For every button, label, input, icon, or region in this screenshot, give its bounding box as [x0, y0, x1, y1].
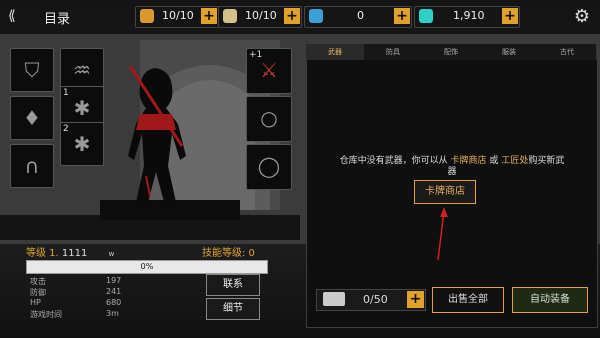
legs-armor-icon: ∩	[24, 154, 40, 178]
expand-bag-button[interactable]: +	[407, 291, 424, 308]
dreamcatcher-icon: ✱	[73, 132, 91, 156]
resource-potion: 10/10 +	[135, 6, 219, 28]
slot-badge: 2	[63, 124, 69, 134]
message-text: 器	[447, 167, 457, 177]
resource-crystal: 1,910 +	[414, 6, 520, 28]
bag-capacity: 0/50 +	[316, 289, 426, 311]
message-text: 或	[489, 156, 499, 166]
rune-slot-2[interactable]: 2 ✱	[60, 122, 104, 166]
stat-label: 防御	[30, 288, 46, 297]
gear-icon: ⚙	[573, 6, 591, 27]
tab-weapons[interactable]: 武器	[306, 44, 365, 60]
dreamcatcher-icon: ✱	[73, 96, 91, 120]
settings-button[interactable]: ⚙	[572, 7, 592, 27]
amulet-slot[interactable]: ○	[246, 96, 292, 142]
add-potion-button[interactable]: +	[201, 8, 217, 24]
card-shop-button[interactable]: 卡牌商店	[414, 180, 476, 204]
level-display: 等级 1. 1111 w	[26, 244, 114, 259]
auto-equip-button[interactable]: 自动装备	[512, 287, 588, 313]
inventory-tabs: 武器 防具 配饰 服装 古代	[306, 44, 597, 60]
back-button[interactable]: ⟪	[8, 8, 30, 26]
sell-all-button[interactable]: 出售全部	[432, 287, 504, 313]
chest-armor-icon: ♦	[23, 106, 41, 130]
claw-icon: ♒	[73, 58, 91, 82]
add-dice-button[interactable]: +	[284, 8, 300, 24]
potion-icon	[140, 9, 154, 23]
resource-dice: 10/10 +	[218, 6, 302, 28]
helmet-icon: ⛉	[24, 58, 40, 82]
sword-icon: ⚔	[260, 58, 278, 82]
stat-label: 游戏时间	[30, 310, 62, 319]
xp-bar: 0%	[26, 260, 268, 274]
message-text: 仓库中没有武器，你可以从	[339, 156, 448, 166]
blue-gem-icon	[309, 9, 323, 23]
tab-armor[interactable]: 防具	[364, 44, 423, 60]
stat-label: HP	[30, 298, 41, 307]
contact-button[interactable]: 联系	[206, 274, 260, 296]
stat-value: 241	[106, 287, 122, 296]
w-mark: w	[108, 250, 115, 258]
message-text: 购买新武	[528, 156, 565, 166]
add-crystal-button[interactable]: +	[502, 8, 518, 24]
resource-value: 10/10	[245, 9, 277, 22]
bag-icon	[323, 292, 345, 306]
level-value: 1111	[61, 248, 88, 259]
add-blue-gem-button[interactable]: +	[394, 8, 410, 24]
stat-value: 680	[106, 298, 122, 307]
level-label: 等级 1.	[26, 248, 59, 259]
resource-blue-gem: 0 +	[304, 6, 412, 28]
empty-inventory-message: 仓库中没有武器，你可以从 卡牌商店 或 工匠处购买新武 器	[322, 156, 582, 178]
resource-value: 10/10	[162, 9, 194, 22]
cyan-crystal-icon	[419, 9, 433, 23]
amulet-icon: ○	[260, 106, 278, 130]
dice-icon	[223, 9, 237, 23]
hero-character	[128, 65, 186, 202]
workshop-link[interactable]: 工匠处	[501, 156, 528, 166]
tab-accessories[interactable]: 配饰	[422, 44, 481, 60]
slot-badge: 1	[63, 88, 69, 98]
ring-slot[interactable]: ◯	[246, 144, 292, 190]
tab-outfits[interactable]: 服装	[480, 44, 539, 60]
armor-slot[interactable]: ♦	[10, 96, 54, 140]
detail-button[interactable]: 细节	[206, 298, 260, 320]
resource-value: 1,910	[453, 9, 485, 22]
stat-label: 攻击	[30, 277, 46, 286]
ring-icon: ◯	[257, 154, 281, 178]
bag-count: 0/50	[363, 293, 388, 306]
page-title: 目录	[44, 12, 71, 27]
card-shop-link[interactable]: 卡牌商店	[451, 156, 487, 166]
slot-badge: +1	[249, 50, 263, 60]
weapon-slot[interactable]: +1 ⚔	[246, 48, 292, 94]
hint-arrow	[437, 207, 448, 261]
stat-value: 3m	[106, 309, 119, 318]
tab-ancient[interactable]: 古代	[538, 44, 597, 60]
helmet-slot[interactable]: ⛉	[10, 48, 54, 92]
pants-slot[interactable]: ∩	[10, 144, 54, 188]
stat-value: 197	[106, 276, 122, 285]
resource-value: 0	[357, 9, 364, 22]
back-arrow-icon: ⟪	[8, 8, 16, 24]
skill-level: 技能等级: 0	[202, 248, 255, 259]
